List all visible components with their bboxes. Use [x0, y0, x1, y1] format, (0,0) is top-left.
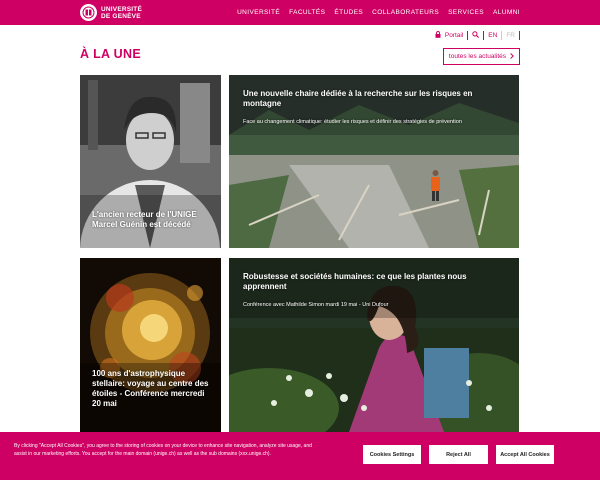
section-title: À LA UNE — [80, 47, 141, 61]
all-news-label: toutes les actualités — [448, 53, 506, 60]
card-subtitle: Face au changement climatique: étudier l… — [243, 119, 462, 125]
nav-services[interactable]: SERVICES — [448, 9, 484, 16]
lang-fr[interactable]: FR — [506, 32, 515, 39]
chevron-right-icon — [510, 52, 514, 61]
card-title: Une nouvelle chaire dédiée à la recherch… — [243, 89, 473, 108]
lock-icon — [435, 31, 441, 40]
card-title: 100 ans d'astrophysique stellaire: voyag… — [92, 369, 209, 408]
all-news-button[interactable]: toutes les actualités — [442, 48, 520, 65]
divider — [519, 31, 520, 40]
accept-all-button[interactable]: Accept All Cookies — [496, 445, 554, 464]
nav-etudes[interactable]: ÉTUDES — [334, 9, 363, 16]
nav-universite[interactable]: UNIVERSITÉ — [237, 9, 280, 16]
utility-bar: Portail EN FR — [435, 31, 520, 40]
news-card-guenin[interactable]: L'ancien recteur de l'UNIGE Marcel Guéni… — [80, 75, 221, 248]
cookie-text: By clicking "Accept All Cookies", you ag… — [14, 443, 312, 457]
main-nav: UNIVERSITÉ FACULTÉS ÉTUDES COLLABORATEUR… — [237, 0, 520, 25]
reject-all-button[interactable]: Reject All — [429, 445, 488, 464]
search-icon[interactable] — [472, 31, 480, 40]
lang-en[interactable]: EN — [488, 32, 497, 39]
logo-text: UNIVERSITÉ DE GENÈVE — [101, 6, 142, 20]
cookie-banner: By clicking "Accept All Cookies", you ag… — [0, 432, 600, 480]
nav-collaborateurs[interactable]: COLLABORATEURS — [372, 9, 439, 16]
top-bar: UNIVERSITÉ DE GENÈVE UNIVERSITÉ FACULTÉS… — [0, 0, 600, 25]
portal-link[interactable]: Portail — [445, 32, 463, 39]
card-title: Robustesse et sociétés humaines: ce que … — [243, 272, 467, 291]
logo-line-1: UNIVERSITÉ — [101, 5, 143, 13]
unige-logo[interactable]: UNIVERSITÉ DE GENÈVE — [80, 4, 142, 21]
news-card-plantes[interactable]: Robustesse et sociétés humaines: ce que … — [229, 258, 519, 432]
cookies-settings-button[interactable]: Cookies Settings — [363, 445, 421, 464]
nav-alumni[interactable]: ALUMNI — [493, 9, 520, 16]
nav-facultes[interactable]: FACULTÉS — [289, 9, 325, 16]
logo-line-2: DE GENÈVE — [101, 12, 141, 20]
divider — [501, 31, 503, 40]
news-card-astrophysique[interactable]: 100 ans d'astrophysique stellaire: voyag… — [80, 258, 221, 432]
divider — [483, 31, 485, 40]
divider — [467, 31, 469, 40]
news-card-montagne[interactable]: Une nouvelle chaire dédiée à la recherch… — [229, 75, 519, 248]
unige-logo-icon — [80, 4, 97, 21]
card-subtitle: Conférence avec Mathilde Simon mardi 19 … — [243, 302, 389, 308]
card-title: L'ancien recteur de l'UNIGE Marcel Guéni… — [92, 210, 197, 229]
